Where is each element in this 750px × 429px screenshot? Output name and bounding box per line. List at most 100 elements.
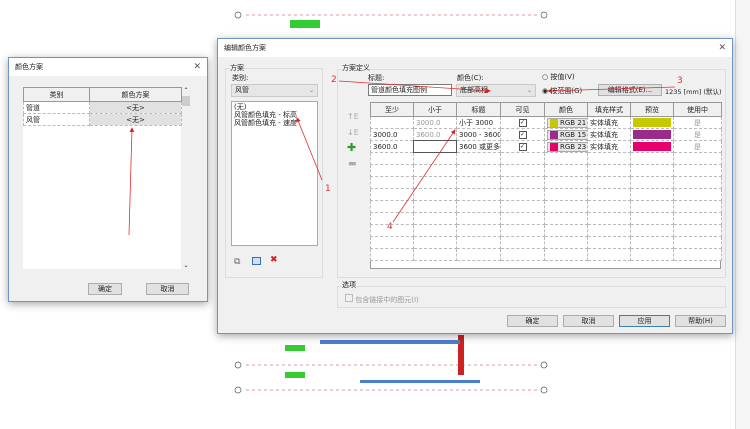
empty-row: [370, 236, 722, 249]
less-than-cell[interactable]: 3000.0: [413, 116, 457, 129]
annotation-1: 1: [325, 184, 331, 194]
list-item[interactable]: (无): [234, 103, 315, 111]
scheme-list[interactable]: (无) 风管颜色填充 - 标高 风管颜色填充 - 速度: [231, 101, 318, 246]
at-least-cell[interactable]: 3600.0: [370, 140, 414, 153]
move-up-icon[interactable]: ↑E: [347, 112, 359, 121]
empty-row: [370, 212, 722, 225]
table-row[interactable]: 管道 <无>: [23, 101, 182, 114]
visible-cell[interactable]: ✓: [500, 128, 545, 141]
visible-checkbox[interactable]: ✓: [518, 119, 527, 127]
rename-icon[interactable]: [252, 257, 261, 265]
scheme-button[interactable]: <无>: [89, 113, 182, 126]
edit-color-scheme-dialog: 编辑颜色方案 ✕ 方案 类别: 风管 ⌄ (无) 风管颜色填充 - 标高 风管颜色填…: [217, 38, 733, 334]
annotation-2: 2: [331, 75, 337, 85]
less-than-cell[interactable]: 3600.0: [413, 128, 457, 141]
caption-cell[interactable]: 3000 - 3600: [456, 128, 501, 141]
cancel-button[interactable]: 取消: [563, 315, 614, 327]
chevron-down-icon: ⌄: [526, 87, 532, 94]
fill-cell[interactable]: 实体填充: [587, 140, 631, 153]
preview-cell: [630, 116, 674, 129]
include-linked-checkbox[interactable]: 包含链接中的图元(I): [345, 294, 419, 305]
col-header: 预览: [630, 102, 674, 117]
category-cell: 风管: [23, 113, 90, 126]
preview-cell: [630, 128, 674, 141]
color-label: 颜色(C):: [457, 74, 484, 82]
format-sample: 1235 [mm] (默认): [665, 88, 722, 96]
color-value: 底部高程: [460, 86, 488, 94]
remove-icon[interactable]: ▬: [348, 159, 357, 169]
right-toolbar[interactable]: [735, 0, 750, 429]
by-range-radio[interactable]: ◉ 按范围(G): [542, 86, 582, 96]
col-header: 小于: [413, 102, 457, 117]
include-linked-label: 包含链接中的图元(I): [355, 296, 419, 304]
annotation-3: 3: [677, 76, 683, 86]
apply-button[interactable]: 应用: [619, 315, 670, 327]
options-group-label: 选项: [342, 280, 356, 290]
checkbox-box[interactable]: [345, 294, 353, 302]
table-row[interactable]: 风管 <无>: [23, 113, 182, 126]
list-item[interactable]: 风管颜色填充 - 标高: [234, 111, 315, 119]
visible-cell[interactable]: ✓: [500, 140, 545, 153]
empty-row: [370, 176, 722, 189]
title-input[interactable]: 管道颜色填充图例: [368, 84, 452, 96]
in-use-cell: 是: [673, 140, 722, 153]
scrollbar[interactable]: ⌃ ⌄: [182, 87, 190, 269]
list-item[interactable]: 风管颜色填充 - 速度: [234, 119, 315, 127]
table-row[interactable]: 3000.0 小于 3000 ✓ RGB 21 实体填充 是: [370, 116, 722, 129]
cancel-button[interactable]: 取消: [146, 283, 189, 295]
color-button[interactable]: RGB 21: [547, 117, 587, 128]
color-swatch: [550, 142, 558, 151]
color-cell[interactable]: RGB 15: [544, 128, 588, 141]
by-value-radio[interactable]: ○ 按值(V): [542, 72, 575, 82]
table-row[interactable]: 3600.0 3600 或更多 ✓ RGB 23 实体填充 是: [370, 140, 722, 153]
ok-button[interactable]: 确定: [507, 315, 558, 327]
add-icon[interactable]: ✚: [347, 141, 356, 154]
duplicate-icon[interactable]: ⧉: [234, 257, 240, 267]
visible-checkbox[interactable]: ✓: [518, 143, 527, 151]
color-scheme-dialog: 颜色方案 ✕ 类别 颜色方案 管道 <无> 风管 <无> ⌃ ⌄ 确定 取消: [8, 57, 208, 302]
chevron-down-icon: ⌄: [308, 87, 314, 94]
in-use-cell: 是: [673, 116, 722, 129]
by-range-label: 按范围(G): [550, 87, 583, 95]
color-button[interactable]: RGB 15: [547, 129, 587, 140]
category-table: 类别 颜色方案 管道 <无> 风管 <无>: [23, 87, 182, 126]
close-icon[interactable]: ✕: [718, 39, 726, 57]
color-button[interactable]: RGB 23: [547, 141, 587, 152]
category-cell: 管道: [23, 101, 90, 114]
col-header: 至少: [370, 102, 414, 117]
caption-cell[interactable]: 3600 或更多: [456, 140, 501, 153]
color-cell[interactable]: RGB 21: [544, 116, 588, 129]
color-select[interactable]: 底部高程 ⌄: [456, 84, 536, 97]
category-select[interactable]: 风管 ⌄: [231, 84, 318, 97]
category-value: 风管: [235, 86, 249, 94]
preview-swatch: [633, 118, 671, 127]
at-least-cell[interactable]: 3000.0: [370, 128, 414, 141]
empty-row: [370, 152, 722, 165]
col-header: 标题: [456, 102, 501, 117]
edit-format-button[interactable]: 编辑格式(E)...: [598, 84, 662, 96]
empty-row: [370, 248, 722, 261]
caption-cell[interactable]: 小于 3000: [456, 116, 501, 129]
col-header: 可见: [500, 102, 545, 117]
move-down-icon[interactable]: ↓E: [347, 128, 359, 137]
visible-checkbox[interactable]: ✓: [518, 131, 527, 139]
table-row[interactable]: 3000.0 3600.0 3000 - 3600 ✓ RGB 15 实体填充 是: [370, 128, 722, 141]
col-header: 颜色方案: [89, 87, 182, 102]
empty-row: [370, 188, 722, 201]
less-than-cell[interactable]: [413, 140, 457, 153]
preview-swatch: [633, 142, 671, 151]
col-header: 使用中: [673, 102, 722, 117]
help-button[interactable]: 帮助(H): [675, 315, 726, 327]
delete-icon[interactable]: ✖: [270, 255, 278, 265]
color-cell[interactable]: RGB 23: [544, 140, 588, 153]
at-least-cell[interactable]: [370, 116, 414, 129]
fill-cell[interactable]: 实体填充: [587, 128, 631, 141]
fill-cell[interactable]: 实体填充: [587, 116, 631, 129]
scheme-button[interactable]: <无>: [89, 101, 182, 114]
ok-button[interactable]: 确定: [88, 283, 122, 295]
visible-cell[interactable]: ✓: [500, 116, 545, 129]
in-use-cell: 是: [673, 128, 722, 141]
close-icon[interactable]: ✕: [193, 58, 201, 76]
range-table: 至少 小于 标题 可见 颜色 填充样式 预览 使用中 3000.0 小于 3000…: [370, 102, 722, 261]
preview-swatch: [633, 130, 671, 139]
